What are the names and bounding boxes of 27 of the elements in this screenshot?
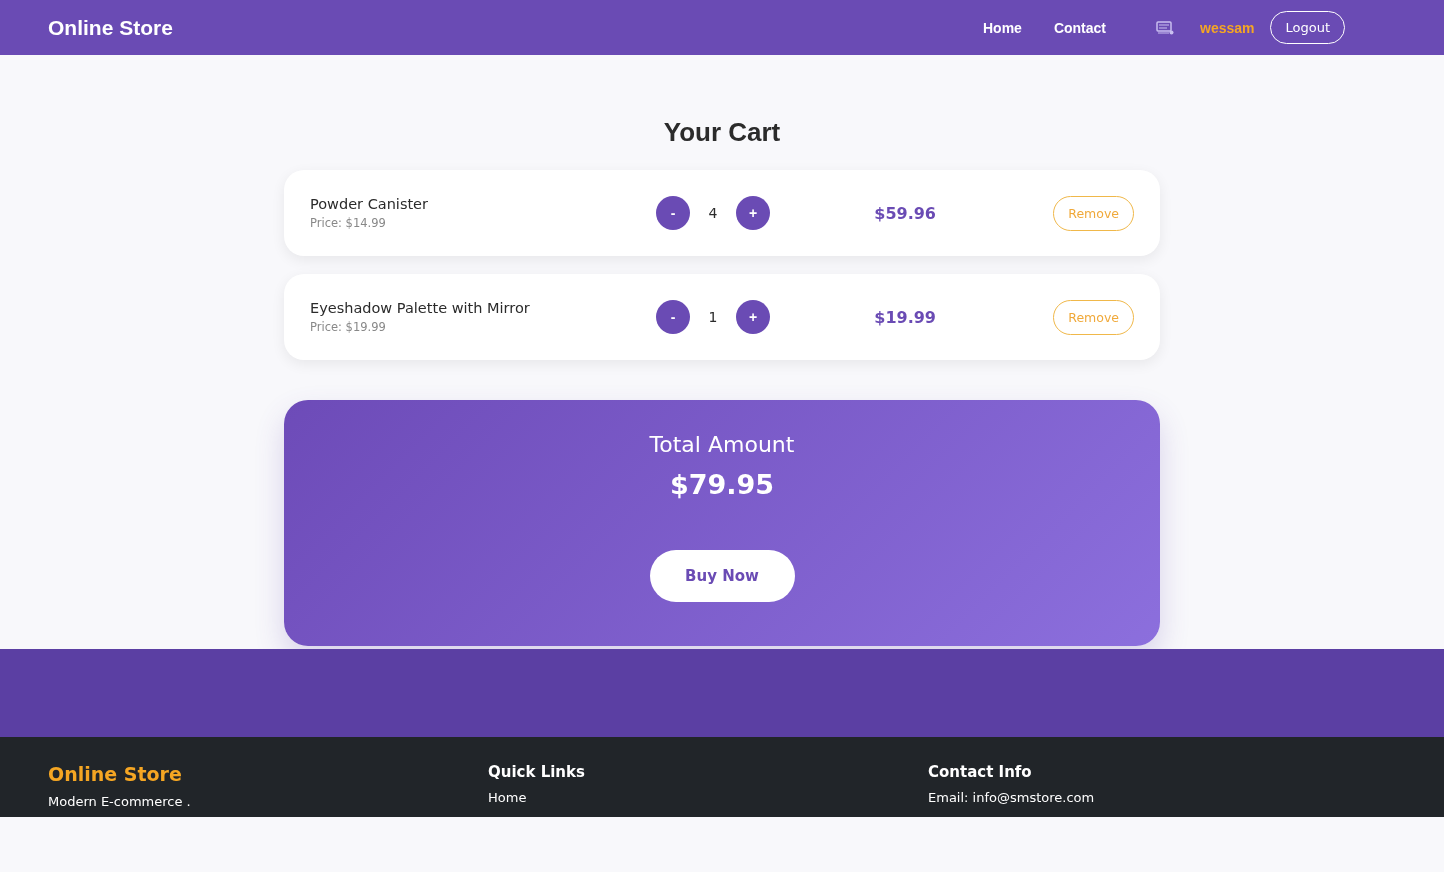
username: wessam <box>1200 19 1255 36</box>
increase-button[interactable]: + <box>736 196 770 230</box>
nav-link[interactable]: Contact <box>1053 19 1106 36</box>
decrease-button[interactable]: - <box>656 196 690 230</box>
quantity: 1 <box>707 309 719 325</box>
buy-now-button[interactable]: Buy Now <box>649 550 795 602</box>
increase-button[interactable]: + <box>736 300 770 334</box>
unit-price: Price: $19.99 <box>310 320 387 334</box>
contact-line: Email: info@smstore.com <box>928 790 1096 805</box>
footer-heading: Quick Links <box>488 763 586 781</box>
product-name: Powder Canister <box>310 196 429 212</box>
quantity: 4 <box>707 205 719 221</box>
item-subtotal: $19.99 <box>873 307 936 327</box>
footer-brand: Online Store <box>48 763 183 785</box>
total-label: Total Amount <box>649 432 795 457</box>
decrease-button[interactable]: - <box>656 300 690 334</box>
brand-logo[interactable]: Online Store <box>48 15 173 40</box>
footer-link[interactable]: Home <box>488 790 928 805</box>
product-name: Eyeshadow Palette with Mirror <box>310 300 531 316</box>
nav-link[interactable]: Home <box>982 19 1022 36</box>
unit-price: Price: $14.99 <box>310 216 387 230</box>
page-title: Your Cart <box>662 117 782 148</box>
monitor-icon[interactable] <box>1156 20 1174 35</box>
footer-heading: Contact Info <box>928 763 1033 781</box>
footer-tagline: Modern E-commerce . <box>48 794 192 809</box>
total-amount: $79.95 <box>669 469 775 500</box>
item-subtotal: $59.96 <box>873 203 936 223</box>
